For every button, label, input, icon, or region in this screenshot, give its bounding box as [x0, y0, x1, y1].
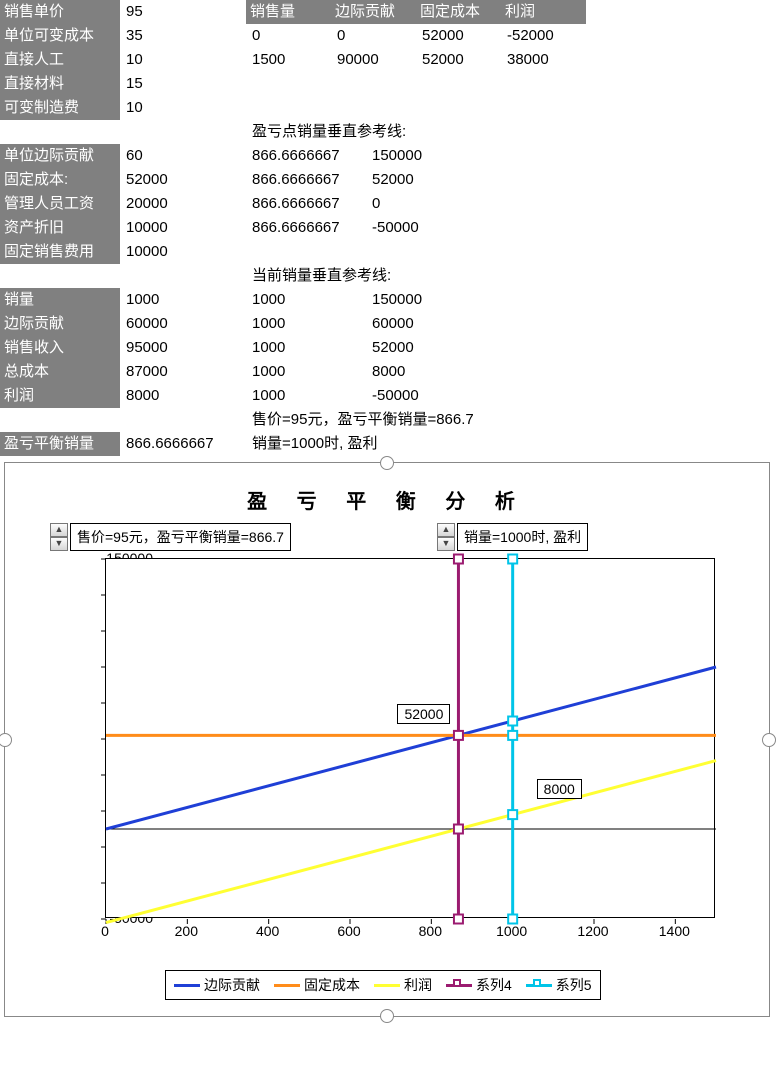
- x-tick: 1400: [659, 923, 690, 939]
- data-cell: -52000: [501, 24, 586, 48]
- data-cell: 0: [366, 192, 486, 216]
- row-value: 60: [120, 144, 240, 168]
- section-title: 销量=1000时, 盈利: [246, 432, 383, 456]
- row-label: 直接材料: [0, 72, 120, 96]
- row-value: 866.6666667: [120, 432, 240, 456]
- data-cell: -50000: [366, 216, 486, 240]
- data-cell: 1000: [246, 336, 366, 360]
- data-label: 8000: [537, 779, 582, 799]
- col-header: 固定成本: [416, 0, 501, 24]
- selection-handle[interactable]: [762, 733, 776, 747]
- data-cell: 52000: [416, 24, 501, 48]
- row-value: 35: [120, 24, 240, 48]
- data-cell: 150000: [366, 288, 486, 312]
- data-cell: 38000: [501, 48, 586, 72]
- row-label: 总成本: [0, 360, 120, 384]
- row-value: 15: [120, 72, 240, 96]
- data-cell: 866.6666667: [246, 144, 366, 168]
- data-cell: 52000: [416, 48, 501, 72]
- row-label: 销售收入: [0, 336, 120, 360]
- row-value: 10000: [120, 216, 240, 240]
- row-label: 直接人工: [0, 48, 120, 72]
- section-title: 盈亏点销量垂直参考线:: [246, 120, 412, 144]
- chart-legend: 边际贡献固定成本利润系列4 系列5: [165, 970, 601, 1000]
- row-label: 盈亏平衡销量: [0, 432, 120, 456]
- worksheet: 销售单价95销售量边际贡献固定成本利润单位可变成本350052000-52000…: [0, 0, 783, 1017]
- chart-caption: 销量=1000时, 盈利: [457, 523, 588, 551]
- row-label: 利润: [0, 384, 120, 408]
- row-value: 87000: [120, 360, 240, 384]
- row-value: 10: [120, 96, 240, 120]
- section-title: 当前销量垂直参考线:: [246, 264, 397, 288]
- row-value: 52000: [120, 168, 240, 192]
- row-label: 销售单价: [0, 0, 120, 24]
- x-tick: 0: [101, 923, 109, 939]
- spinner-down-icon[interactable]: ▼: [437, 537, 455, 551]
- data-cell: 8000: [366, 360, 486, 384]
- spinner-control[interactable]: ▲▼: [50, 523, 68, 551]
- row-label: 边际贡献: [0, 312, 120, 336]
- row-label: 单位边际贡献: [0, 144, 120, 168]
- chart-caption: 售价=95元，盈亏平衡销量=866.7: [70, 523, 291, 551]
- data-cell: 52000: [366, 168, 486, 192]
- row-label: 单位可变成本: [0, 24, 120, 48]
- row-value: 1000: [120, 288, 240, 312]
- spinner-up-icon[interactable]: ▲: [50, 523, 68, 537]
- row-label: 固定销售费用: [0, 240, 120, 264]
- data-cell: 1000: [246, 384, 366, 408]
- data-cell: 866.6666667: [246, 192, 366, 216]
- selection-handle[interactable]: [380, 456, 394, 470]
- row-value: 95: [120, 0, 240, 24]
- spinner-control[interactable]: ▲▼: [437, 523, 455, 551]
- selection-handle[interactable]: [380, 1009, 394, 1023]
- data-cell: 150000: [366, 144, 486, 168]
- chart-object[interactable]: 盈 亏 平 衡 分 析 -50000-30000-100001000030000…: [4, 462, 770, 1017]
- x-tick: 200: [175, 923, 198, 939]
- plot-area: [105, 558, 715, 918]
- spinner-up-icon[interactable]: ▲: [437, 523, 455, 537]
- selection-handle[interactable]: [0, 733, 12, 747]
- data-cell: -50000: [366, 384, 486, 408]
- data-cell: 0: [246, 24, 331, 48]
- row-value: 8000: [120, 384, 240, 408]
- spinner-down-icon[interactable]: ▼: [50, 537, 68, 551]
- row-label: 销量: [0, 288, 120, 312]
- data-cell: 52000: [366, 336, 486, 360]
- x-tick: 400: [256, 923, 279, 939]
- legend-item: 利润: [374, 975, 432, 995]
- legend-item: 系列5: [526, 975, 592, 995]
- row-label: 固定成本:: [0, 168, 120, 192]
- legend-item: 系列4: [446, 975, 512, 995]
- row-value: 60000: [120, 312, 240, 336]
- col-header: 利润: [501, 0, 586, 24]
- x-tick: 1200: [577, 923, 608, 939]
- row-label: 管理人员工资: [0, 192, 120, 216]
- row-label: 可变制造费: [0, 96, 120, 120]
- data-cell: 90000: [331, 48, 416, 72]
- x-tick: 1000: [496, 923, 527, 939]
- row-label: 资产折旧: [0, 216, 120, 240]
- data-cell: 60000: [366, 312, 486, 336]
- legend-item: 固定成本: [274, 975, 360, 995]
- data-cell: 1000: [246, 288, 366, 312]
- x-tick: 800: [419, 923, 442, 939]
- col-header: 销售量: [246, 0, 331, 24]
- data-cell: 1000: [246, 360, 366, 384]
- data-cell: 866.6666667: [246, 168, 366, 192]
- row-value: 95000: [120, 336, 240, 360]
- data-cell: 1000: [246, 312, 366, 336]
- data-cell: 866.6666667: [246, 216, 366, 240]
- chart-title: 盈 亏 平 衡 分 析: [5, 485, 769, 514]
- legend-item: 边际贡献: [174, 975, 260, 995]
- data-cell: 1500: [246, 48, 331, 72]
- row-value: 10000: [120, 240, 240, 264]
- x-tick: 600: [337, 923, 360, 939]
- section-title: 售价=95元，盈亏平衡销量=866.7: [246, 408, 480, 432]
- row-value: 20000: [120, 192, 240, 216]
- data-label: 52000: [397, 704, 450, 724]
- row-value: 10: [120, 48, 240, 72]
- data-cell: 0: [331, 24, 416, 48]
- col-header: 边际贡献: [331, 0, 416, 24]
